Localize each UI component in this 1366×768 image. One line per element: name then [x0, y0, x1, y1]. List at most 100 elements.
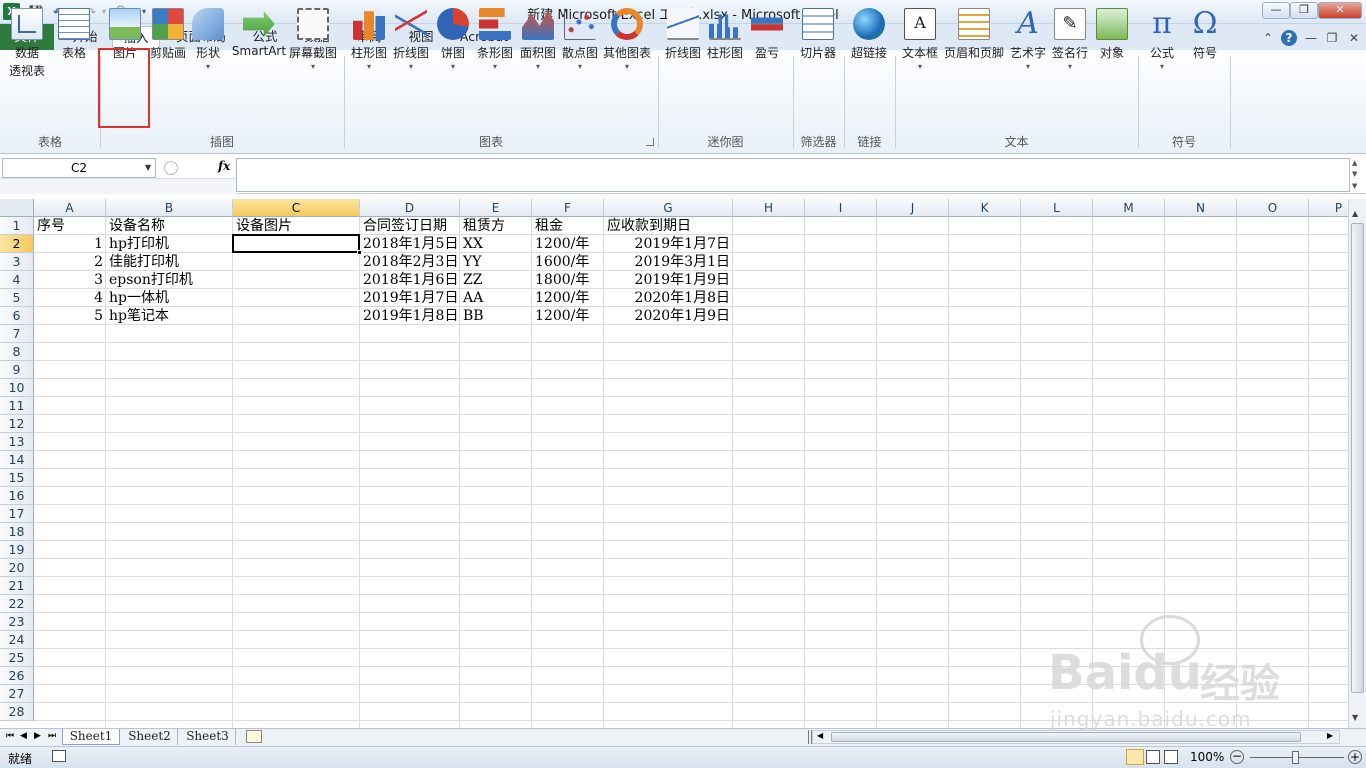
- column-header-l[interactable]: L: [1021, 199, 1093, 217]
- header-footer-button[interactable]: 页眉和页脚: [942, 4, 1006, 94]
- shapes-button[interactable]: 形状 ▾: [189, 4, 227, 94]
- cell-d4[interactable]: 2018年1月6日: [363, 271, 458, 289]
- formula-scroll-up-icon[interactable]: ▲: [1352, 159, 1357, 167]
- column-header-h[interactable]: H: [733, 199, 805, 217]
- column-header-f[interactable]: F: [532, 199, 604, 217]
- sheet-tab-sheet2[interactable]: Sheet2: [122, 729, 178, 745]
- column-header-g[interactable]: G: [604, 199, 733, 217]
- cell-e2[interactable]: XX: [463, 235, 529, 253]
- pivot-table-button[interactable]: 数据 透视表: [4, 4, 50, 94]
- scatter-chart-button[interactable]: 散点图 ▾: [559, 4, 601, 94]
- charts-dialog-launcher-icon[interactable]: [646, 138, 654, 146]
- row-header-16[interactable]: 16: [0, 487, 34, 505]
- column-header-o[interactable]: O: [1237, 199, 1309, 217]
- zoom-level[interactable]: 100%: [1190, 750, 1224, 764]
- cell-b5[interactable]: hp一体机: [109, 289, 230, 307]
- row-header-20[interactable]: 20: [0, 559, 34, 577]
- cell-d1[interactable]: 合同签订日期: [363, 217, 457, 235]
- cell-e1[interactable]: 租赁方: [463, 217, 529, 235]
- signature-line-button[interactable]: ✎ 签名行 ▾: [1050, 4, 1090, 94]
- doc-minimize-icon[interactable]: —: [1303, 30, 1319, 46]
- row-header-11[interactable]: 11: [0, 397, 34, 415]
- cell-b3[interactable]: 佳能打印机: [109, 253, 230, 271]
- row-header-14[interactable]: 14: [0, 451, 34, 469]
- row-header-19[interactable]: 19: [0, 541, 34, 559]
- row-header-28[interactable]: 28: [0, 703, 34, 721]
- sparkline-line-button[interactable]: 折线图: [662, 4, 704, 94]
- next-sheet-icon[interactable]: ▶: [34, 731, 41, 741]
- zoom-out-icon[interactable]: −: [1230, 750, 1244, 764]
- row-header-23[interactable]: 23: [0, 613, 34, 631]
- name-box[interactable]: C2: [2, 158, 156, 178]
- column-header-a[interactable]: A: [34, 199, 106, 217]
- sparkline-winloss-button[interactable]: 盈亏: [748, 4, 786, 94]
- row-header-5[interactable]: 5: [0, 289, 34, 307]
- name-box-dropdown-icon[interactable]: ▼: [145, 162, 155, 174]
- formula-resize-handle-icon[interactable]: [164, 161, 178, 175]
- cell-f1[interactable]: 租金: [535, 217, 601, 235]
- bar-chart-button[interactable]: 条形图 ▾: [474, 4, 516, 94]
- cell-e3[interactable]: YY: [463, 253, 529, 271]
- close-button[interactable]: ✕: [1318, 2, 1362, 19]
- cell-a6[interactable]: 5: [37, 307, 103, 325]
- cell-a3[interactable]: 2: [37, 253, 103, 271]
- formula-expand-icon[interactable]: ▼: [1352, 182, 1357, 190]
- line-chart-button[interactable]: 折线图 ▾: [390, 4, 432, 94]
- equation-button[interactable]: π 公式 ▾: [1140, 4, 1184, 94]
- row-header-12[interactable]: 12: [0, 415, 34, 433]
- row-header-24[interactable]: 24: [0, 631, 34, 649]
- last-sheet-icon[interactable]: ⏭: [48, 731, 56, 741]
- row-header-25[interactable]: 25: [0, 649, 34, 667]
- row-header-17[interactable]: 17: [0, 505, 34, 523]
- cell-e6[interactable]: BB: [463, 307, 529, 325]
- cell-b4[interactable]: epson打印机: [109, 271, 230, 289]
- cell-g6[interactable]: 2020年1月9日: [607, 307, 730, 325]
- row-header-10[interactable]: 10: [0, 379, 34, 397]
- row-header-3[interactable]: 3: [0, 253, 34, 271]
- cell-e5[interactable]: AA: [463, 289, 529, 307]
- slicer-button[interactable]: 切片器: [796, 4, 840, 94]
- wordart-button[interactable]: A 艺术字 ▾: [1006, 4, 1050, 94]
- cell-a5[interactable]: 4: [37, 289, 103, 307]
- zoom-in-icon[interactable]: +: [1348, 750, 1362, 764]
- area-chart-button[interactable]: 面积图 ▾: [517, 4, 559, 94]
- row-header-15[interactable]: 15: [0, 469, 34, 487]
- help-icon[interactable]: ?: [1281, 30, 1297, 46]
- first-sheet-icon[interactable]: ⏮: [6, 731, 14, 741]
- column-header-m[interactable]: M: [1093, 199, 1165, 217]
- scroll-up-icon[interactable]: ▲: [1352, 209, 1358, 218]
- cell-b1[interactable]: 设备名称: [109, 217, 230, 235]
- cell-g5[interactable]: 2020年1月8日: [607, 289, 730, 307]
- vertical-scroll-thumb[interactable]: [1351, 223, 1364, 693]
- cell-g4[interactable]: 2019年1月9日: [607, 271, 730, 289]
- cell-d6[interactable]: 2019年1月8日: [363, 307, 458, 325]
- prev-sheet-icon[interactable]: ◀: [20, 731, 27, 741]
- sheet-tab-sheet1[interactable]: Sheet1: [62, 729, 120, 745]
- cell-f6[interactable]: 1200/年: [535, 307, 601, 325]
- normal-view-icon[interactable]: [1126, 749, 1144, 765]
- row-header-2[interactable]: 2: [0, 235, 34, 253]
- formula-input[interactable]: [236, 158, 1350, 192]
- cell-f4[interactable]: 1800/年: [535, 271, 601, 289]
- scroll-left-icon[interactable]: ◀: [817, 731, 823, 740]
- row-header-7[interactable]: 7: [0, 325, 34, 343]
- row-header-13[interactable]: 13: [0, 433, 34, 451]
- object-button[interactable]: 对象: [1092, 4, 1132, 94]
- column-header-p[interactable]: P: [1309, 199, 1348, 217]
- page-break-view-icon[interactable]: [1164, 750, 1178, 764]
- row-header-9[interactable]: 9: [0, 361, 34, 379]
- other-charts-button[interactable]: 其他图表 ▾: [601, 4, 653, 94]
- minimize-ribbon-icon[interactable]: ⌃: [1260, 30, 1276, 46]
- restore-button[interactable]: ❐: [1290, 2, 1318, 19]
- cell-g3[interactable]: 2019年3月1日: [607, 253, 730, 271]
- select-all-corner[interactable]: [0, 199, 34, 217]
- row-header-22[interactable]: 22: [0, 595, 34, 613]
- sheet-tab-sheet3[interactable]: Sheet3: [180, 729, 236, 745]
- cell-f3[interactable]: 1600/年: [535, 253, 601, 271]
- symbol-button[interactable]: Ω 符号: [1184, 4, 1226, 94]
- cell-b2[interactable]: hp打印机: [109, 235, 230, 253]
- column-header-n[interactable]: N: [1165, 199, 1237, 217]
- scroll-down-icon[interactable]: ▼: [1352, 713, 1358, 722]
- column-header-d[interactable]: D: [360, 199, 460, 217]
- cell-d3[interactable]: 2018年2月3日: [363, 253, 458, 271]
